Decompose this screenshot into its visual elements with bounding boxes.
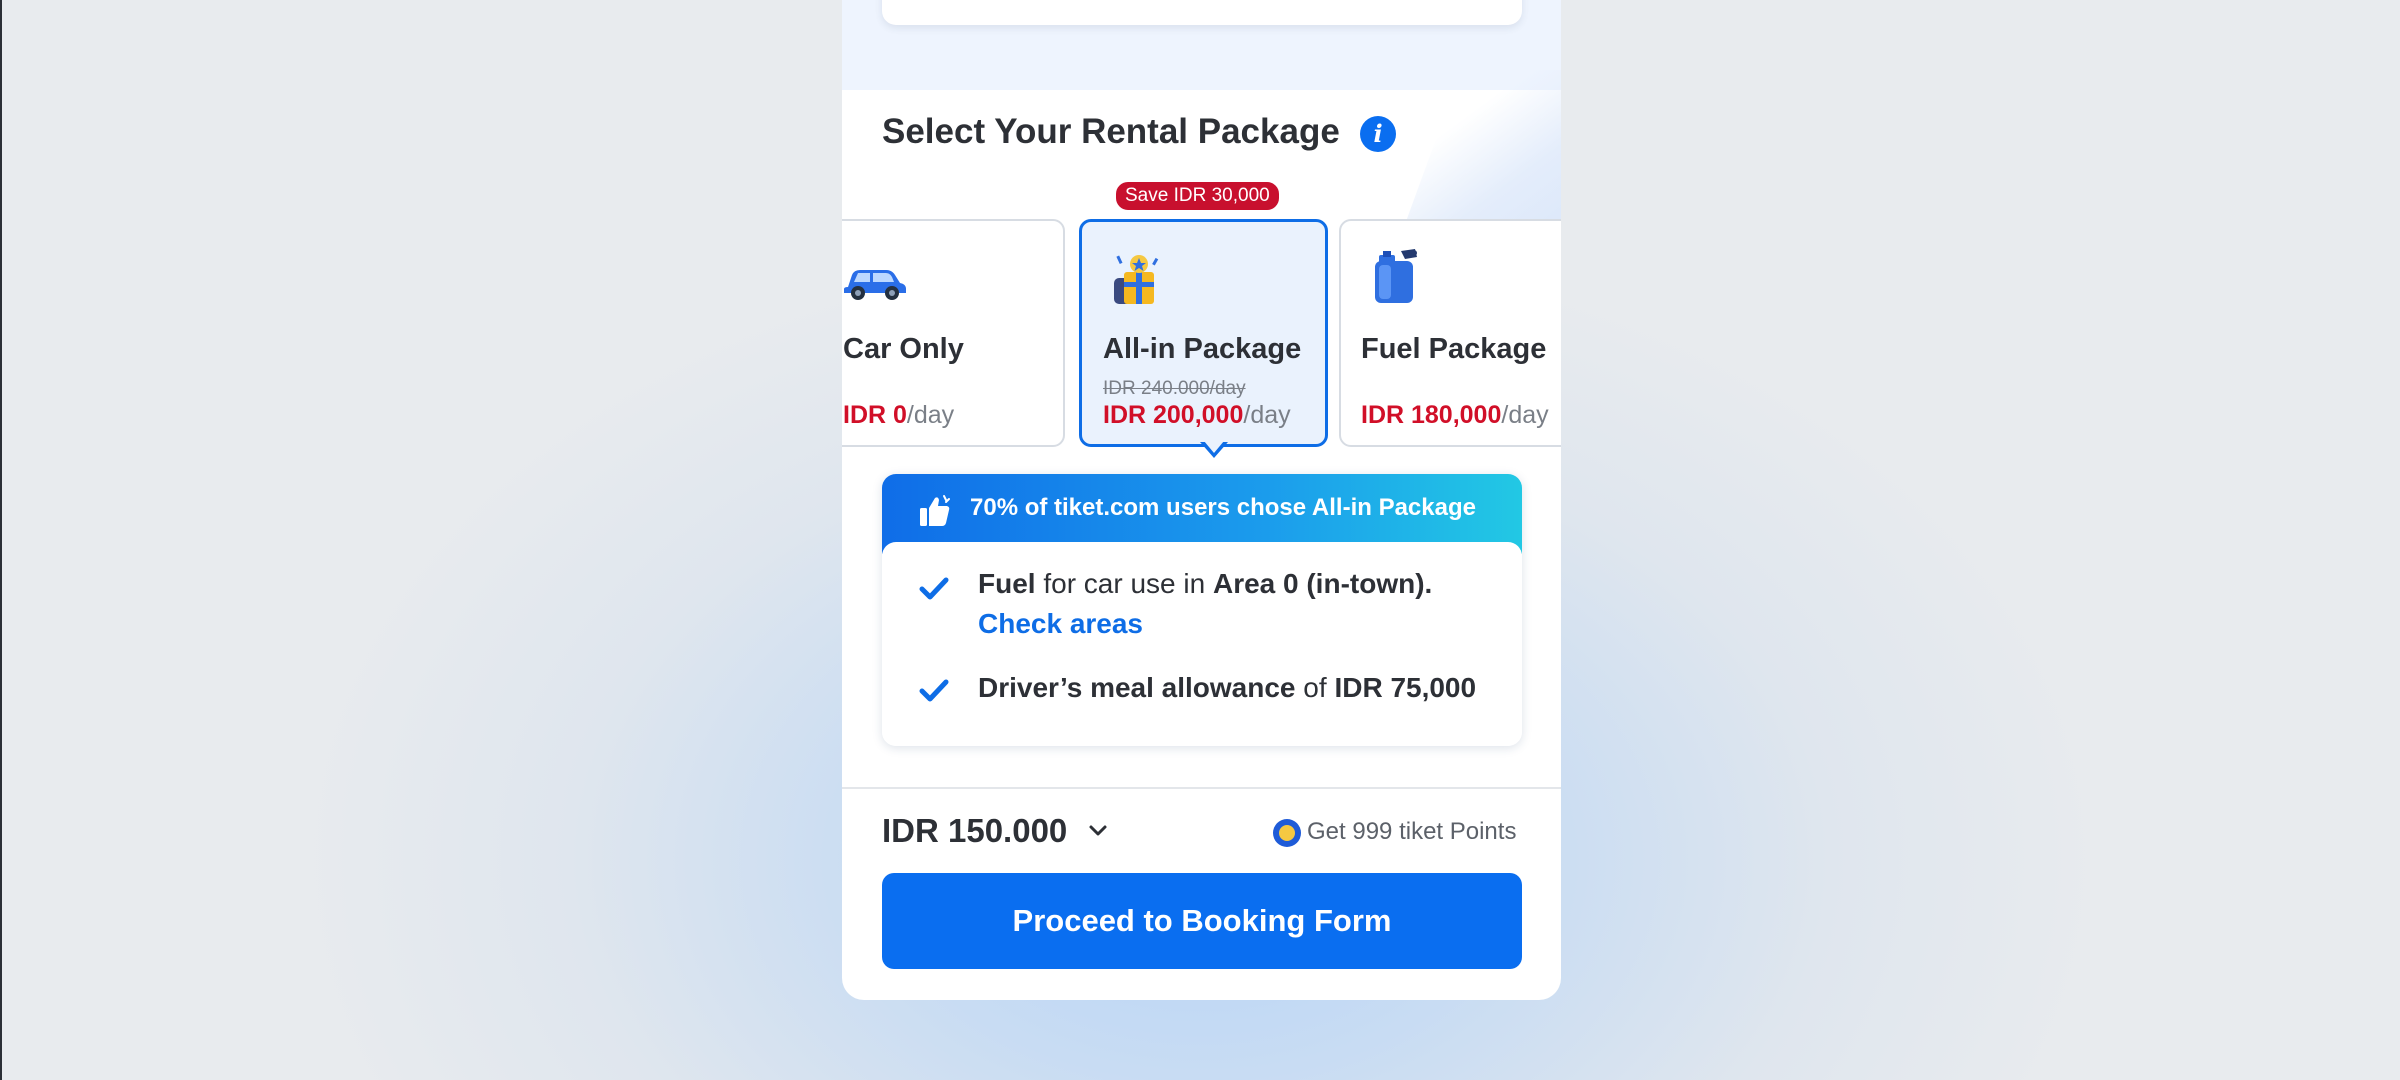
car-icon <box>842 261 908 306</box>
gift-bag-icon <box>1110 252 1166 313</box>
fuel-can-icon <box>1371 247 1421 310</box>
window-edge <box>0 0 2 1080</box>
package-original-price: IDR 240.000/day <box>1103 378 1246 399</box>
package-price: IDR 180,000/day <box>1361 401 1549 429</box>
footer-divider <box>842 787 1561 789</box>
proceed-to-booking-button[interactable]: Proceed to Booking Form <box>882 873 1522 969</box>
rental-package-card: Select Your Rental Package i Car Only ID… <box>842 0 1561 1000</box>
tiket-points-text: Get 999 tiket Points <box>1307 818 1517 845</box>
section-title: Select Your Rental Package <box>882 112 1340 151</box>
chevron-down-icon[interactable] <box>1088 824 1108 843</box>
check-areas-link[interactable]: Check areas <box>978 608 1143 640</box>
package-name: All-in Package <box>1103 333 1302 365</box>
package-name: Car Only <box>843 333 964 365</box>
package-price: IDR 0/day <box>843 401 955 429</box>
feature-list: Fuel for car use in Area 0 (in-town). Ch… <box>882 542 1522 746</box>
popularity-text: 70% of tiket.com users chose All-in Pack… <box>970 494 1476 521</box>
feature-fuel: Fuel for car use in Area 0 (in-town). <box>978 568 1433 599</box>
save-badge: Save IDR 30,000 <box>1114 180 1281 212</box>
package-card-fuel[interactable]: Fuel Package IDR 180,000/day <box>1339 219 1561 447</box>
selected-pointer-inner <box>1204 441 1224 453</box>
thumbs-up-icon <box>918 494 952 533</box>
package-price: IDR 200,000/day <box>1103 401 1291 429</box>
check-icon <box>919 679 949 708</box>
package-card-all-in[interactable]: All-in Package IDR 240.000/day IDR 200,0… <box>1079 219 1328 447</box>
tiket-points-coin-icon <box>1272 818 1302 853</box>
info-icon[interactable]: i <box>1360 116 1396 152</box>
check-icon <box>919 577 949 606</box>
total-price[interactable]: IDR 150.000 <box>882 812 1067 850</box>
feature-meal-allowance: Driver’s meal allowance of IDR 75,000 <box>978 672 1477 703</box>
package-details-box: 70% of tiket.com users chose All-in Pack… <box>882 474 1522 746</box>
previous-section-panel <box>882 0 1522 25</box>
package-card-car-only[interactable]: Car Only IDR 0/day <box>842 219 1065 447</box>
package-name: Fuel Package <box>1361 333 1547 365</box>
decorative-shape <box>1402 70 1561 230</box>
